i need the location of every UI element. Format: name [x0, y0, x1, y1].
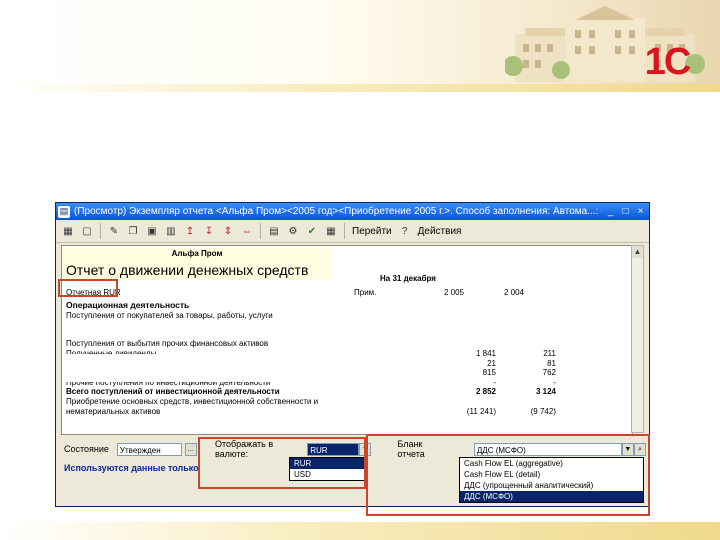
row-note — [386, 330, 426, 340]
blank-band — [62, 354, 340, 382]
row-value-2004 — [496, 330, 556, 340]
row-label: нематериальных активов — [66, 406, 161, 416]
data-status-text: Используются данные только — [64, 463, 199, 473]
row-value-2004: 211 — [543, 348, 556, 358]
row-label: Поступления от выбытия прочих финансовых… — [66, 339, 269, 349]
column-header-date: На 31 декабря — [380, 274, 436, 283]
row-note — [386, 301, 426, 311]
column-header-note: Прим. — [354, 288, 377, 297]
filter-icon[interactable]: ▤ — [266, 223, 282, 239]
state-label: Состояние — [64, 444, 109, 454]
toolbar: ▦ ▢ ✎ ❐ ▣ ▥ ↥ ↧ ⇕ ⇔ ▤ ⚙ ✔ ▦ Перейти ? Де… — [56, 220, 649, 243]
table-row: Всего поступлений от инвестиционной деят… — [66, 387, 626, 397]
company-name: Альфа Пром — [62, 248, 332, 260]
report-sheet[interactable]: Альфа Пром Отчет о движении денежных сре… — [61, 245, 633, 435]
close-button[interactable]: × — [634, 206, 647, 218]
move-up-icon[interactable]: ↥ — [182, 223, 198, 239]
row-value-2005: (11 241) — [466, 406, 496, 416]
highlight-report-form — [366, 434, 650, 516]
table-row: Приобретение основных средств, инвестици… — [66, 397, 626, 407]
row-note — [386, 339, 426, 349]
highlight-display-currency — [198, 437, 366, 489]
grid-icon[interactable]: ▦ — [323, 223, 339, 239]
table-icon[interactable]: ▥ — [163, 223, 179, 239]
1c-logo: 1C — [644, 40, 692, 83]
slide-header-line — [0, 84, 720, 92]
row-note — [386, 397, 426, 407]
row-note — [386, 407, 426, 417]
row-label: Приобретение основных средств, инвестици… — [66, 396, 319, 406]
row-value-2005 — [426, 301, 496, 311]
table-row: Операционная деятельность — [66, 301, 626, 311]
actions-menu[interactable]: Действия — [416, 226, 464, 237]
row-value-2005 — [426, 320, 496, 330]
row-label: Всего поступлений от инвестиционной деят… — [66, 387, 280, 397]
check-icon[interactable]: ✔ — [304, 223, 320, 239]
row-value-2004: 3 124 — [535, 387, 556, 397]
window-app-icon: ▤ — [58, 205, 70, 218]
row-note — [386, 359, 426, 369]
row-value-2004 — [496, 311, 556, 321]
state-select-button[interactable]: … — [184, 442, 197, 456]
window-titlebar[interactable]: ▤ (Просмотр) Экземпляр отчета <Альфа Про… — [56, 203, 649, 220]
row-note — [386, 368, 426, 378]
row-note — [386, 387, 426, 397]
row-label — [66, 320, 386, 330]
collapse-icon[interactable]: ⇔ — [239, 223, 255, 239]
window-title: (Просмотр) Экземпляр отчета <Альфа Пром>… — [74, 206, 602, 217]
edit-icon[interactable]: ✎ — [106, 223, 122, 239]
row-value-2004: (9 742) — [530, 406, 556, 416]
toolbar-separator — [100, 223, 101, 239]
row-value-2004 — [496, 397, 556, 407]
row-label: Поступления от покупателей за товары, ра… — [66, 310, 273, 320]
toolbar-separator — [260, 223, 261, 239]
column-header-2005: 2 005 — [443, 288, 464, 297]
row-note — [386, 349, 426, 359]
maximize-button[interactable]: □ — [619, 206, 632, 218]
table-row: Поступления от покупателей за товары, ра… — [66, 311, 626, 321]
table-row — [66, 320, 626, 330]
print-icon[interactable]: ▦ — [60, 223, 76, 239]
row-value-2004 — [496, 339, 556, 349]
row-note — [386, 378, 426, 388]
toolbar-separator — [344, 223, 345, 239]
copy-icon[interactable]: ❐ — [125, 223, 141, 239]
row-value-2005: 2 852 — [475, 387, 496, 397]
goto-menu[interactable]: Перейти — [350, 226, 394, 237]
minimize-button[interactable]: _ — [604, 206, 617, 218]
row-value-2005 — [426, 397, 496, 407]
row-value-2004: 762 — [542, 368, 556, 378]
row-value-2004: - — [553, 377, 556, 387]
state-field[interactable]: Утвержден — [116, 442, 182, 456]
row-value-2005 — [426, 311, 496, 321]
move-down-icon[interactable]: ↧ — [201, 223, 217, 239]
row-value-2004 — [496, 301, 556, 311]
calendar-icon[interactable]: ▣ — [144, 223, 160, 239]
column-header-2004: 2 004 — [503, 288, 524, 297]
vertical-scrollbar[interactable]: ▲ — [631, 245, 644, 433]
table-row: Поступления от выбытия прочих финансовых… — [66, 339, 626, 349]
row-value-2004: 81 — [547, 358, 556, 368]
help-icon[interactable]: ? — [397, 223, 413, 239]
row-value-2005: 21 — [487, 358, 496, 368]
row-value-2005: 1 841 — [475, 348, 496, 358]
highlight-currency-label — [58, 279, 118, 297]
report-title: Отчет о движении денежных средств — [62, 260, 332, 280]
row-note — [386, 311, 426, 321]
expand-icon[interactable]: ⇕ — [220, 223, 236, 239]
row-value-2005: 815 — [482, 368, 496, 378]
row-label: Операционная деятельность — [66, 301, 190, 310]
preview-icon[interactable]: ▢ — [79, 223, 95, 239]
row-value-2005 — [426, 339, 496, 349]
slide-footer-band — [0, 522, 720, 540]
table-row — [66, 330, 626, 340]
row-label — [66, 330, 386, 340]
scroll-up-icon[interactable]: ▲ — [632, 246, 643, 258]
settings-icon[interactable]: ⚙ — [285, 223, 301, 239]
row-value-2004 — [496, 320, 556, 330]
row-value-2005 — [426, 330, 496, 340]
table-row: нематериальных активов (11 241) (9 742) — [66, 407, 626, 417]
row-value-2005: - — [493, 377, 496, 387]
row-note — [386, 320, 426, 330]
